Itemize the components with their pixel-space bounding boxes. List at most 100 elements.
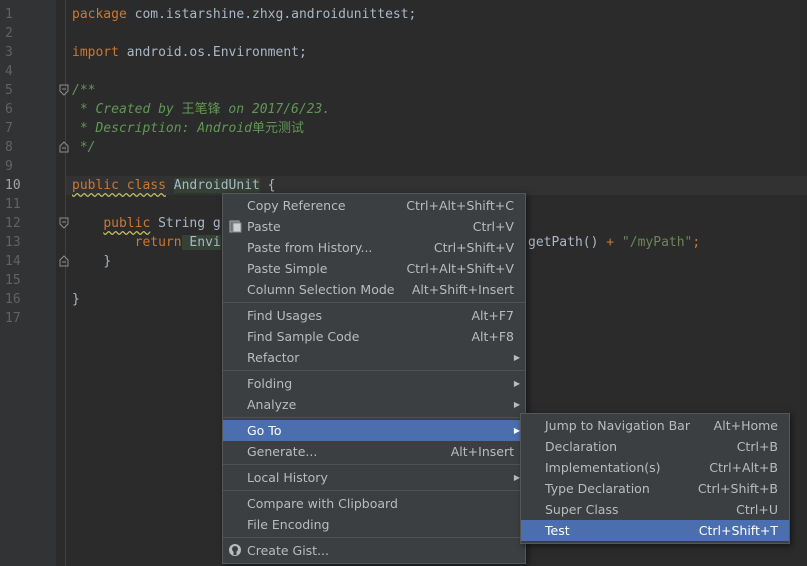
menu-separator — [223, 464, 525, 465]
line-number: 6 — [5, 102, 13, 117]
menu-item-paste-from-history[interactable]: Paste from History... Ctrl+Shift+V — [223, 237, 525, 258]
keyword: package — [72, 7, 127, 22]
submenu-item-implementations[interactable]: Implementation(s) Ctrl+Alt+B — [521, 457, 789, 478]
menu-item-copy-reference[interactable]: Copy Reference Ctrl+Alt+Shift+C — [223, 195, 525, 216]
menu-item-label: File Encoding — [247, 517, 330, 532]
doc-author: 王笔锋 — [181, 102, 221, 117]
submenu-item-test[interactable]: Test Ctrl+Shift+T — [521, 520, 789, 541]
menu-item-shortcut: Ctrl+Shift+V — [433, 240, 514, 255]
class-reference: Envi — [181, 235, 221, 250]
line-number: 2 — [5, 26, 13, 41]
operator: + — [606, 235, 615, 250]
doc-text: on 2017/6/23. — [220, 102, 331, 117]
menu-item-shortcut: Ctrl+Alt+B — [709, 460, 778, 475]
menu-item-shortcut: Alt+Shift+Insert — [411, 282, 514, 297]
menu-item-label: Folding — [247, 376, 293, 391]
code-line-8: */ — [72, 140, 96, 155]
class-name: AndroidUnit — [173, 178, 260, 193]
line-number: 17 — [5, 311, 21, 326]
submenu-arrow-icon: ▶ — [513, 379, 520, 388]
line-number: 7 — [5, 121, 13, 136]
menu-item-label: Implementation(s) — [545, 460, 661, 475]
menu-item-create-gist[interactable]: Create Gist... — [223, 540, 525, 561]
menu-item-label: Generate... — [247, 444, 318, 459]
menu-item-shortcut: Alt+Insert — [450, 444, 514, 459]
submenu-arrow-icon: ▶ — [513, 400, 520, 409]
method-call: getPath() — [528, 235, 607, 250]
line-number: 1 — [5, 7, 13, 22]
menu-item-refactor[interactable]: Refactor ▶ — [223, 347, 525, 368]
menu-item-label: Jump to Navigation Bar — [545, 418, 690, 433]
menu-item-label: Paste from History... — [247, 240, 373, 255]
doc-text: * Description: Android — [72, 121, 253, 136]
menu-item-label: Type Declaration — [545, 481, 650, 496]
line-number: 13 — [5, 235, 21, 250]
menu-item-shortcut: Ctrl+Shift+B — [697, 481, 778, 496]
menu-item-shortcut: Ctrl+B — [736, 439, 778, 454]
line-number: 15 — [5, 273, 21, 288]
line-number: 8 — [5, 140, 13, 155]
menu-item-folding[interactable]: Folding ▶ — [223, 373, 525, 394]
menu-separator — [223, 490, 525, 491]
menu-item-paste[interactable]: Paste Ctrl+V — [223, 216, 525, 237]
keyword: public — [103, 216, 151, 231]
menu-item-label: Find Sample Code — [247, 329, 360, 344]
brace: { — [259, 178, 276, 193]
menu-item-label: Refactor — [247, 350, 300, 365]
string-literal: "/myPath" — [614, 235, 693, 250]
menu-item-paste-simple[interactable]: Paste Simple Ctrl+Alt+Shift+V — [223, 258, 525, 279]
menu-item-shortcut: Ctrl+Alt+Shift+C — [406, 198, 514, 213]
menu-item-label: Find Usages — [247, 308, 323, 323]
menu-item-label: Super Class — [545, 502, 619, 517]
menu-item-go-to[interactable]: Go To ▶ — [223, 420, 525, 441]
doc-text: * Created by — [72, 102, 182, 117]
doc-text: 单元测试 — [252, 121, 305, 136]
submenu-item-type-declaration[interactable]: Type Declaration Ctrl+Shift+B — [521, 478, 789, 499]
brace: } — [103, 254, 112, 269]
import-name: android.os.Environment; — [118, 45, 307, 60]
code-line-13: return Envi — [72, 233, 221, 252]
menu-separator — [223, 370, 525, 371]
menu-item-analyze[interactable]: Analyze ▶ — [223, 394, 525, 415]
package-name: com.istarshine.zhxg.androidunittest; — [126, 7, 417, 22]
menu-item-label: Go To — [247, 423, 282, 438]
method-signature: String g — [150, 216, 221, 231]
menu-item-generate[interactable]: Generate... Alt+Insert — [223, 441, 525, 462]
semicolon: ; — [692, 235, 701, 250]
menu-item-column-selection-mode[interactable]: Column Selection Mode Alt+Shift+Insert — [223, 279, 525, 300]
line-number-gutter: 1 2 3 4 5 6 7 8 9 10 11 12 13 14 15 16 1… — [0, 0, 56, 566]
code-line-5: /** — [72, 83, 96, 98]
menu-item-label: Test — [545, 523, 570, 538]
menu-item-shortcut: Ctrl+V — [472, 219, 514, 234]
submenu-item-jump-to-navigation-bar[interactable]: Jump to Navigation Bar Alt+Home — [521, 415, 789, 436]
menu-item-label: Local History — [247, 470, 328, 485]
line-number: 9 — [5, 159, 13, 174]
code-line-14: } — [72, 252, 111, 271]
line-number: 16 — [5, 292, 21, 307]
line-number: 5 — [5, 83, 13, 98]
line-number: 11 — [5, 197, 21, 212]
menu-item-shortcut: Ctrl+U — [736, 502, 778, 517]
menu-item-file-encoding[interactable]: File Encoding — [223, 514, 525, 535]
menu-item-label: Compare with Clipboard — [247, 496, 398, 511]
menu-item-shortcut: Alt+F8 — [471, 329, 514, 344]
github-icon — [228, 543, 242, 557]
code-line-3: import android.os.Environment; — [72, 43, 307, 62]
menu-separator — [223, 302, 525, 303]
menu-item-compare-with-clipboard[interactable]: Compare with Clipboard — [223, 493, 525, 514]
submenu-arrow-icon: ▶ — [513, 353, 520, 362]
goto-submenu: Jump to Navigation Bar Alt+Home Declarati… — [520, 413, 790, 544]
menu-item-label: Column Selection Mode — [247, 282, 395, 297]
menu-item-local-history[interactable]: Local History ▶ — [223, 467, 525, 488]
menu-item-find-usages[interactable]: Find Usages Alt+F7 — [223, 305, 525, 326]
menu-item-label: Copy Reference — [247, 198, 346, 213]
clipboard-icon — [228, 219, 242, 233]
code-line-7: * Description: Android单元测试 — [72, 119, 304, 138]
line-number: 14 — [5, 254, 21, 269]
submenu-item-super-class[interactable]: Super Class Ctrl+U — [521, 499, 789, 520]
menu-item-find-sample-code[interactable]: Find Sample Code Alt+F8 — [223, 326, 525, 347]
code-line-6: * Created by 王笔锋 on 2017/6/23. — [72, 100, 330, 119]
submenu-item-declaration[interactable]: Declaration Ctrl+B — [521, 436, 789, 457]
menu-item-label: Declaration — [545, 439, 618, 454]
line-number: 4 — [5, 64, 13, 79]
